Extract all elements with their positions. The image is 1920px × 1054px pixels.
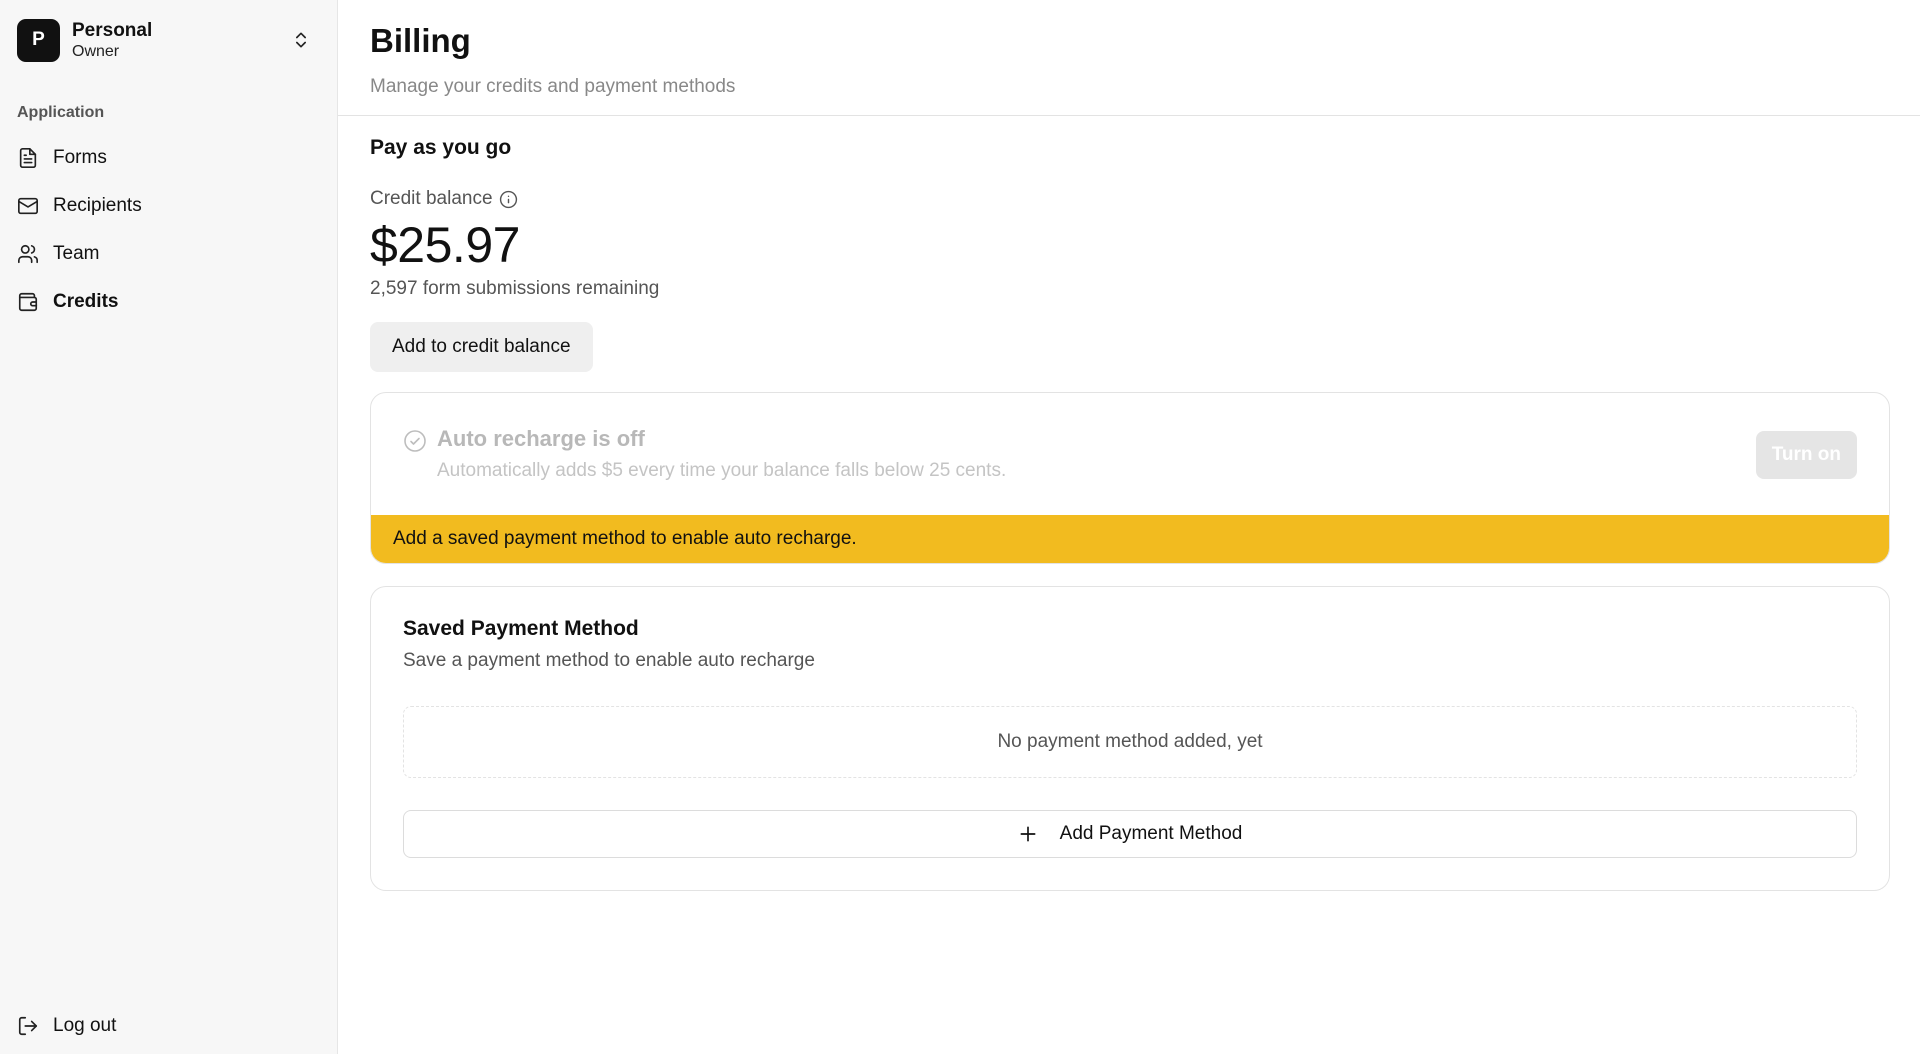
logout-label: Log out xyxy=(53,1015,117,1036)
logout-button[interactable]: Log out xyxy=(8,998,330,1054)
add-payment-method-button[interactable]: Add Payment Method xyxy=(403,810,1857,858)
auto-recharge-description: Automatically adds $5 every time your ba… xyxy=(437,460,1007,481)
sidebar-item-team[interactable]: Team xyxy=(8,230,330,278)
page-subtitle: Manage your credits and payment methods xyxy=(370,76,736,97)
auto-recharge-text: Auto recharge is off Automatically adds … xyxy=(437,426,1006,482)
payment-method-title: Saved Payment Method xyxy=(403,617,639,640)
add-credit-button[interactable]: Add to credit balance xyxy=(370,322,593,372)
workspace-avatar: P xyxy=(17,18,60,62)
app: P Personal Owner Application Forms Recip… xyxy=(0,0,1920,1054)
workspace-info: Personal Owner xyxy=(72,20,152,61)
file-text-icon xyxy=(17,147,39,169)
main-content: Billing Manage your credits and payment … xyxy=(338,0,1920,1054)
submissions-remaining: 2,597 form submissions remaining xyxy=(370,278,660,299)
credit-balance-text: Credit balance xyxy=(370,188,493,209)
users-icon xyxy=(17,243,39,265)
chevrons-up-down-icon[interactable] xyxy=(291,30,311,50)
auto-recharge-card: Auto recharge is off Automatically adds … xyxy=(370,392,1890,564)
sidebar-item-forms[interactable]: Forms xyxy=(8,134,330,182)
workspace-name: Personal xyxy=(72,19,153,41)
empty-payment-text: No payment method added, yet xyxy=(997,731,1263,752)
add-payment-method-label: Add Payment Method xyxy=(1059,823,1243,844)
turn-on-button[interactable]: Turn on xyxy=(1755,431,1857,479)
sidebar-item-label: Forms xyxy=(53,147,107,168)
sidebar-nav: Forms Recipients Team Credits xyxy=(8,134,330,326)
payment-method-subtitle: Save a payment method to enable auto rec… xyxy=(403,650,815,671)
sidebar-item-credits[interactable]: Credits xyxy=(8,278,330,326)
credit-balance-amount: $25.97 xyxy=(370,217,520,273)
wallet-icon xyxy=(17,291,39,313)
mail-icon xyxy=(17,195,39,217)
billing-content: Pay as you go Credit balance $25.97 2,59… xyxy=(338,136,1920,891)
workspace-role: Owner xyxy=(72,42,120,60)
check-circle-icon xyxy=(403,429,427,453)
credit-balance-label: Credit balance xyxy=(370,188,1890,210)
workspace-switcher[interactable]: P Personal Owner xyxy=(17,18,317,62)
info-icon[interactable] xyxy=(499,190,518,209)
auto-recharge-warning: Add a saved payment method to enable aut… xyxy=(371,515,1889,563)
auto-recharge-row: Auto recharge is off Automatically adds … xyxy=(371,393,1889,515)
auto-recharge-title: Auto recharge is off xyxy=(437,426,645,451)
page-header: Billing Manage your credits and payment … xyxy=(338,0,1920,116)
sidebar-item-label: Credits xyxy=(53,291,119,312)
sidebar-item-label: Team xyxy=(53,243,100,264)
sidebar-section-label: Application xyxy=(17,104,105,121)
sidebar: P Personal Owner Application Forms Recip… xyxy=(0,0,338,1054)
sidebar-item-label: Recipients xyxy=(53,195,142,216)
log-out-icon xyxy=(17,1015,39,1037)
page-title: Billing xyxy=(370,22,471,59)
plus-icon xyxy=(1018,824,1038,844)
section-title: Pay as you go xyxy=(370,136,512,159)
saved-payment-card: Saved Payment Method Save a payment meth… xyxy=(370,586,1890,891)
empty-payment-placeholder: No payment method added, yet xyxy=(403,706,1857,778)
sidebar-item-recipients[interactable]: Recipients xyxy=(8,182,330,230)
